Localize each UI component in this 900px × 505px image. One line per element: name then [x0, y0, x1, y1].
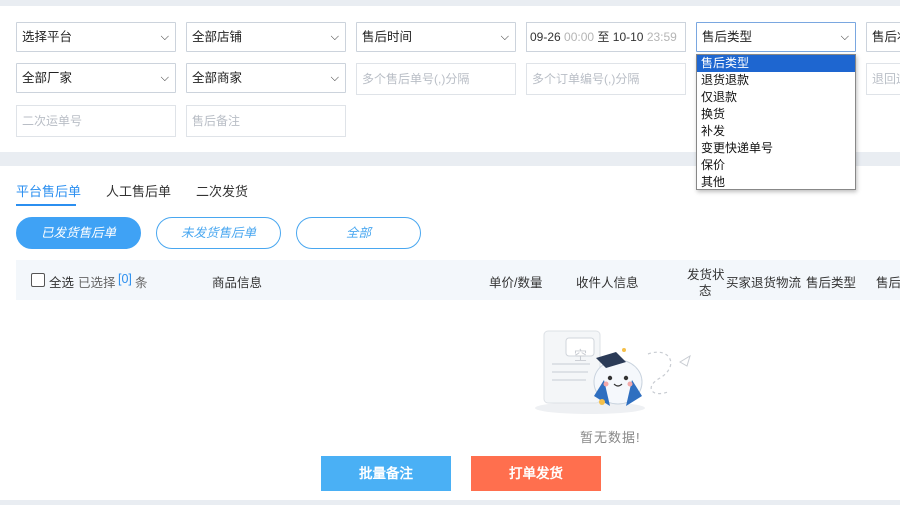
- empty-state-text: 暂无数据!: [580, 430, 641, 445]
- date-separator: 至: [597, 30, 610, 44]
- manufacturer-select-value: 全部厂家: [22, 71, 73, 85]
- col-aftersale-type: 售后类型: [806, 276, 857, 290]
- second-tracking-placeholder: 二次运单号: [22, 114, 83, 128]
- select-all-label: 全选: [49, 276, 75, 290]
- selected-prefix: 已选择: [78, 276, 116, 290]
- time-start: 00:00: [564, 30, 595, 44]
- chevron-down-icon: ⌵: [160, 31, 169, 43]
- dropdown-option-aftersale-type[interactable]: 售后类型: [697, 55, 855, 72]
- col-product: 商品信息: [212, 276, 263, 290]
- aftersale-note-input[interactable]: 售后备注: [186, 105, 346, 137]
- time-type-select-value: 售后时间: [362, 30, 413, 44]
- footer-bar: 批量备注 打单发货: [0, 446, 900, 500]
- dropdown-option-change-tracking[interactable]: 变更快递单号: [697, 140, 855, 157]
- aftersale-type-select-value: 售后类型: [702, 30, 753, 44]
- merchant-select-value: 全部商家: [192, 71, 243, 85]
- dropdown-option-return-refund[interactable]: 退货退款: [697, 72, 855, 89]
- aftersale-status-select-value: 售后状: [872, 30, 900, 44]
- col-buyer-return: 买家退货物流: [726, 276, 802, 290]
- merchant-select[interactable]: 全部商家 ⌵: [186, 63, 346, 93]
- store-select[interactable]: 全部店铺 ⌵: [186, 22, 346, 52]
- unshipped-aftersale-button[interactable]: 未发货售后单: [156, 217, 281, 249]
- aftersale-status-select[interactable]: 售后状: [866, 22, 900, 52]
- batch-note-button[interactable]: 批量备注: [321, 456, 451, 491]
- shipped-aftersale-button[interactable]: 已发货售后单: [16, 217, 141, 249]
- print-ship-button[interactable]: 打单发货: [471, 456, 601, 491]
- selected-suffix: 条: [135, 276, 148, 290]
- col-receiver: 收件人信息: [576, 276, 639, 290]
- tab-platform-aftersale[interactable]: 平台售后单: [16, 181, 81, 203]
- dropdown-option-reissue[interactable]: 补发: [697, 123, 855, 140]
- platform-select-value: 选择平台: [22, 30, 73, 44]
- tab-manual-aftersale[interactable]: 人工售后单: [106, 181, 171, 203]
- date-start: 09-26: [530, 30, 561, 44]
- dropdown-option-refund-only[interactable]: 仅退款: [697, 89, 855, 106]
- selected-count: [0]: [118, 272, 132, 286]
- empty-state-illustration: [535, 330, 691, 414]
- aftersale-type-select[interactable]: 售后类型 ⌵: [696, 22, 856, 52]
- time-end: 23:59: [646, 30, 677, 44]
- date-range-picker[interactable]: 09-26 00:00 至 10-10 23:59: [526, 22, 686, 52]
- order-no-placeholder: 多个订单编号(,)分隔: [532, 72, 640, 86]
- tab-second-shipment[interactable]: 二次发货: [196, 181, 248, 203]
- empty-illustration-label: 空: [574, 348, 588, 363]
- aftersale-note-placeholder: 售后备注: [192, 114, 241, 128]
- col-price-qty: 单价/数量: [489, 276, 543, 290]
- return-tracking-placeholder: 退回运: [872, 72, 900, 86]
- second-tracking-input[interactable]: 二次运单号: [16, 105, 176, 137]
- all-aftersale-button[interactable]: 全部: [296, 217, 421, 249]
- platform-select[interactable]: 选择平台 ⌵: [16, 22, 176, 52]
- chevron-down-icon: ⌵: [330, 31, 339, 43]
- time-type-select[interactable]: 售后时间 ⌵: [356, 22, 516, 52]
- date-end: 10-10: [612, 30, 644, 44]
- chevron-down-icon: ⌵: [500, 31, 509, 43]
- order-no-input[interactable]: 多个订单编号(,)分隔: [526, 63, 686, 95]
- return-tracking-input[interactable]: 退回运: [866, 63, 900, 95]
- chevron-down-icon: ⌵: [330, 72, 339, 84]
- dropdown-option-price-protect[interactable]: 保价: [697, 157, 855, 174]
- store-select-value: 全部店铺: [192, 30, 243, 44]
- active-tab-indicator: [16, 204, 76, 206]
- manufacturer-select[interactable]: 全部厂家 ⌵: [16, 63, 176, 93]
- main-panel: 平台售后单 人工售后单 二次发货 已发货售后单 未发货售后单 全部 全选 已选择…: [0, 166, 900, 446]
- table-header: 全选 已选择 [0] 条 商品信息 单价/数量 收件人信息 发货状 态 买家退货…: [16, 260, 900, 300]
- select-all-checkbox[interactable]: [31, 273, 45, 287]
- chevron-down-icon: ⌵: [160, 72, 169, 84]
- dropdown-option-exchange[interactable]: 换货: [697, 106, 855, 123]
- aftersale-no-placeholder: 多个售后单号(,)分隔: [362, 72, 470, 86]
- col-aftersale-cut: 售后: [876, 276, 900, 290]
- aftersale-type-dropdown: 售后类型 退货退款 仅退款 换货 补发 变更快递单号 保价 其他: [696, 54, 856, 190]
- col-ship-status-line2: 态: [699, 284, 712, 298]
- dropdown-option-other[interactable]: 其他: [697, 174, 855, 191]
- aftersale-no-input[interactable]: 多个售后单号(,)分隔: [356, 63, 516, 95]
- chevron-down-icon: ⌵: [840, 31, 849, 43]
